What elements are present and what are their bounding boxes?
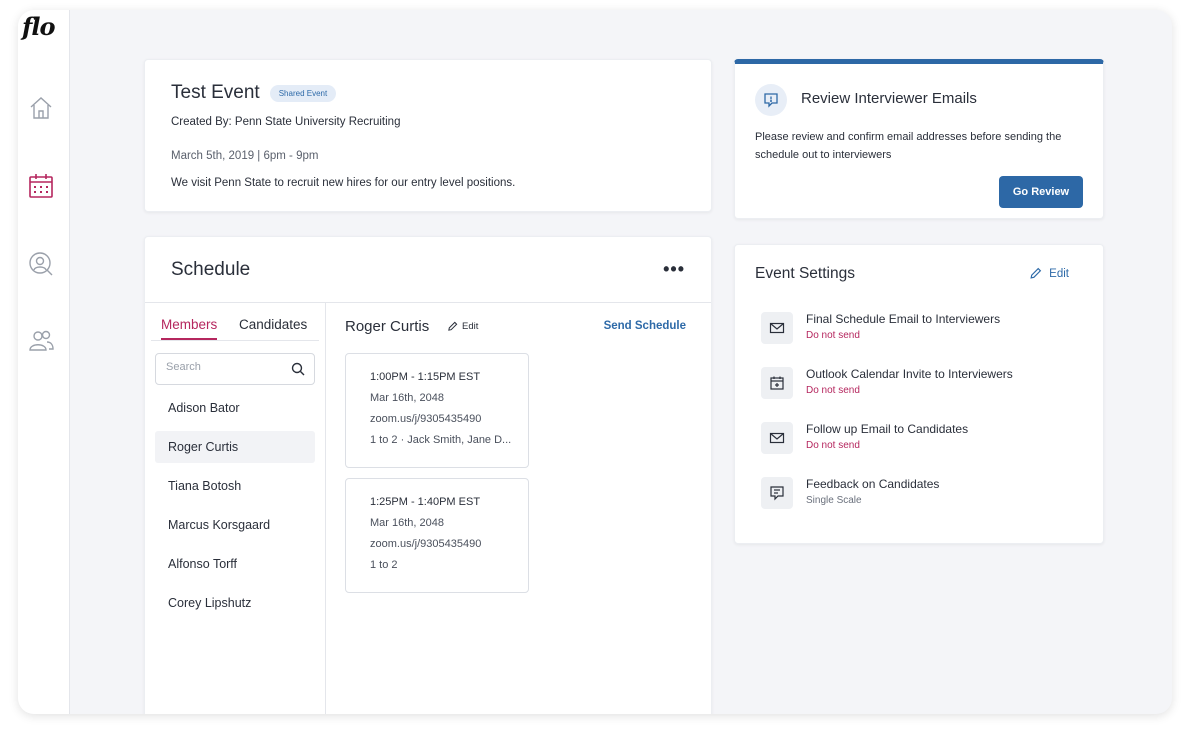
setting-item-outlook-invite[interactable]: Outlook Calendar Invite to Interviewers … [761, 367, 1081, 407]
edit-label: Edit [1049, 267, 1069, 280]
event-description: We visit Penn State to recruit new hires… [171, 177, 516, 189]
schedule-slot-card[interactable]: 1:00PM - 1:15PM EST Mar 16th, 2048 zoom.… [345, 353, 529, 468]
mail-icon [769, 322, 785, 334]
event-title-row: Test Event Shared Event [171, 82, 337, 104]
setting-label: Follow up Email to Candidates [806, 422, 969, 436]
setting-icon-wrapper [761, 312, 793, 344]
mail-icon [769, 432, 785, 444]
setting-label: Outlook Calendar Invite to Interviewers [806, 367, 1013, 381]
review-icon-wrapper [755, 84, 787, 116]
app-window: flo Test Event Shared Event Created By: … [18, 10, 1172, 714]
divider [325, 302, 326, 714]
sidebar-item-calendar[interactable] [27, 172, 55, 200]
setting-status: Do not send [806, 385, 860, 396]
slot-date: Mar 16th, 2048 [370, 517, 444, 529]
sidebar-item-team[interactable] [27, 327, 55, 355]
tab-members[interactable]: Members [161, 317, 218, 340]
slot-meeting-link: zoom.us/j/9305435490 [370, 538, 482, 550]
feedback-icon [770, 486, 784, 501]
schedule-title: Schedule [171, 259, 251, 280]
slot-time: 1:00PM - 1:15PM EST [370, 371, 481, 383]
tab-candidates[interactable]: Candidates [239, 317, 307, 338]
more-options-button[interactable]: ••• [663, 259, 685, 280]
shared-event-badge: Shared Event [269, 84, 337, 102]
setting-item-feedback[interactable]: Feedback on Candidates Single Scale [761, 477, 1081, 517]
member-list-item[interactable]: Alfonso Torff [155, 548, 315, 580]
member-list-item[interactable]: Adison Bator [155, 392, 315, 424]
edit-member-button[interactable]: Edit [447, 321, 478, 332]
pencil-icon [448, 321, 458, 331]
slot-meeting-link: zoom.us/j/9305435490 [370, 413, 482, 425]
setting-icon-wrapper [761, 422, 793, 454]
member-list-item[interactable]: Roger Curtis [155, 431, 315, 463]
setting-item-follow-up-email[interactable]: Follow up Email to Candidates Do not sen… [761, 422, 1081, 462]
member-list-item[interactable]: Tiana Botosh [155, 470, 315, 502]
home-icon [30, 97, 52, 119]
review-description: Please review and confirm email addresse… [755, 131, 1062, 161]
sidebar-item-home[interactable] [27, 94, 55, 122]
slot-date: Mar 16th, 2048 [370, 392, 444, 404]
edit-label: Edit [462, 321, 479, 332]
setting-label: Final Schedule Email to Interviewers [806, 312, 1001, 326]
member-list-item[interactable]: Corey Lipshutz [155, 587, 315, 619]
settings-title: Event Settings [755, 265, 855, 282]
member-tabs: Members Candidates [151, 317, 319, 341]
selected-member-name: Roger Curtis [345, 318, 430, 335]
calendar-plus-icon [770, 376, 784, 390]
slot-time: 1:25PM - 1:40PM EST [370, 496, 481, 508]
setting-icon-wrapper [761, 477, 793, 509]
divider [145, 302, 711, 303]
member-search [155, 353, 315, 385]
schedule-slot-card[interactable]: 1:25PM - 1:40PM EST Mar 16th, 2048 zoom.… [345, 478, 529, 593]
review-emails-card: Review Interviewer Emails Please review … [734, 59, 1104, 219]
calendar-icon [29, 174, 53, 198]
member-list-item[interactable]: Marcus Korsgaard [155, 509, 315, 541]
user-search-icon [29, 252, 53, 276]
slot-attendees: 1 to 2 [370, 559, 398, 571]
go-review-button[interactable]: Go Review [999, 176, 1083, 208]
event-card: Test Event Shared Event Created By: Penn… [144, 59, 712, 212]
sidebar: flo [18, 10, 70, 714]
setting-status: Single Scale [806, 495, 862, 506]
setting-item-final-schedule-email[interactable]: Final Schedule Email to Interviewers Do … [761, 312, 1081, 352]
event-title: Test Event [171, 82, 260, 103]
event-created-by: Created By: Penn State University Recrui… [171, 116, 401, 128]
setting-status: Do not send [806, 440, 860, 451]
slot-attendees: 1 to 2 · Jack Smith, Jane D... [370, 434, 512, 446]
sidebar-item-candidates[interactable] [27, 250, 55, 278]
alert-message-icon [764, 93, 778, 108]
setting-icon-wrapper [761, 367, 793, 399]
review-title: Review Interviewer Emails [801, 90, 977, 107]
event-date: March 5th, 2019 | 6pm - 9pm [171, 150, 319, 162]
setting-status: Do not send [806, 330, 860, 341]
pencil-icon [1030, 267, 1042, 279]
users-icon [29, 330, 54, 351]
send-schedule-button[interactable]: Send Schedule [604, 320, 686, 332]
search-input[interactable] [166, 361, 286, 373]
schedule-card: Schedule ••• Members Candidates Adison B… [144, 236, 712, 714]
event-settings-card: Event Settings Edit Final Schedule Email… [734, 244, 1104, 544]
flo-logo[interactable]: flo [22, 12, 55, 41]
search-icon[interactable] [291, 362, 305, 376]
setting-label: Feedback on Candidates [806, 477, 940, 491]
edit-settings-button[interactable]: Edit [1029, 267, 1069, 280]
